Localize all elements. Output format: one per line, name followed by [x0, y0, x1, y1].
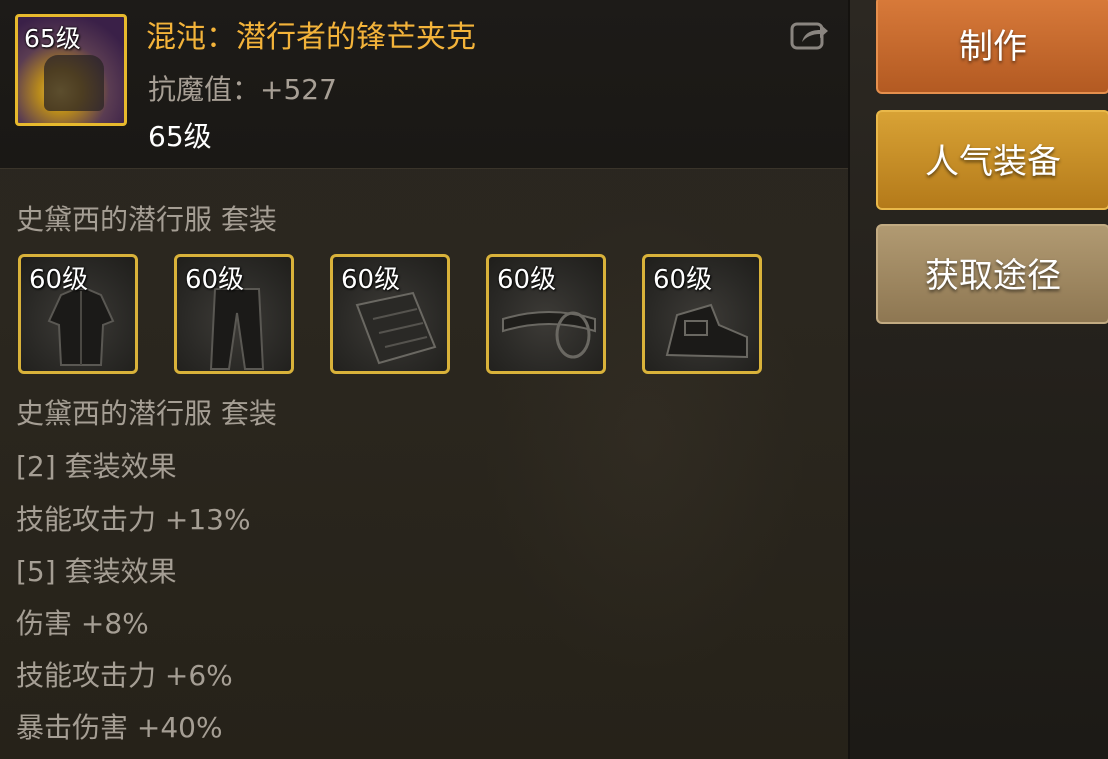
action-sidebar: 制作 人气装备 获取途径	[848, 0, 1108, 759]
set-piece-level: 60级	[497, 265, 557, 295]
set-effect-line: [2] 套装效果	[16, 450, 177, 483]
obtain-method-button[interactable]: 获取途径	[876, 224, 1108, 324]
set-piece-slot[interactable]: 60级	[18, 254, 138, 374]
set-piece-level: 60级	[341, 265, 401, 295]
jacket-icon	[47, 288, 115, 366]
pants-icon	[209, 288, 265, 370]
set-piece-slot[interactable]: 60级	[330, 254, 450, 374]
item-title: 混沌：潜行者的锋芒夹克	[146, 20, 476, 55]
set-piece-level: 60级	[29, 265, 89, 295]
item-level: 65级	[148, 120, 212, 153]
set-effect-line: 暴击伤害 +40%	[16, 711, 223, 744]
set-effect-line: 技能攻击力 +6%	[16, 659, 233, 692]
set-piece-level: 60级	[185, 265, 245, 295]
item-stat: 抗魔值：+527	[148, 73, 337, 106]
set-heading: 史黛西的潜行服 套装	[16, 203, 277, 236]
set-effect-line: [5] 套装效果	[16, 555, 177, 588]
shoulder-icon	[355, 291, 437, 365]
set-piece-slot[interactable]: 60级	[174, 254, 294, 374]
item-icon[interactable]: 65级	[15, 14, 127, 126]
share-icon[interactable]	[790, 18, 830, 50]
set-piece-slot[interactable]: 60级	[486, 254, 606, 374]
jacket-icon	[44, 55, 104, 111]
item-header: 65级 混沌：潜行者的锋芒夹克 抗魔值：+527 65级	[0, 0, 848, 169]
set-effect-line: 伤害 +8%	[16, 607, 149, 640]
make-button[interactable]: 制作	[876, 0, 1108, 94]
item-level-badge: 65级	[24, 24, 81, 53]
set-piece-level: 60级	[653, 265, 713, 295]
set-piece-slot[interactable]: 60级	[642, 254, 762, 374]
popular-equipment-button[interactable]: 人气装备	[876, 110, 1108, 210]
shoes-icon	[665, 303, 748, 359]
set-effect-line: 技能攻击力 +13%	[16, 503, 251, 536]
belt-icon	[502, 311, 596, 359]
item-detail-panel: 65级 混沌：潜行者的锋芒夹克 抗魔值：+527 65级 史黛西的潜行服 套装 …	[0, 0, 848, 759]
set-heading: 史黛西的潜行服 套装	[16, 397, 277, 430]
